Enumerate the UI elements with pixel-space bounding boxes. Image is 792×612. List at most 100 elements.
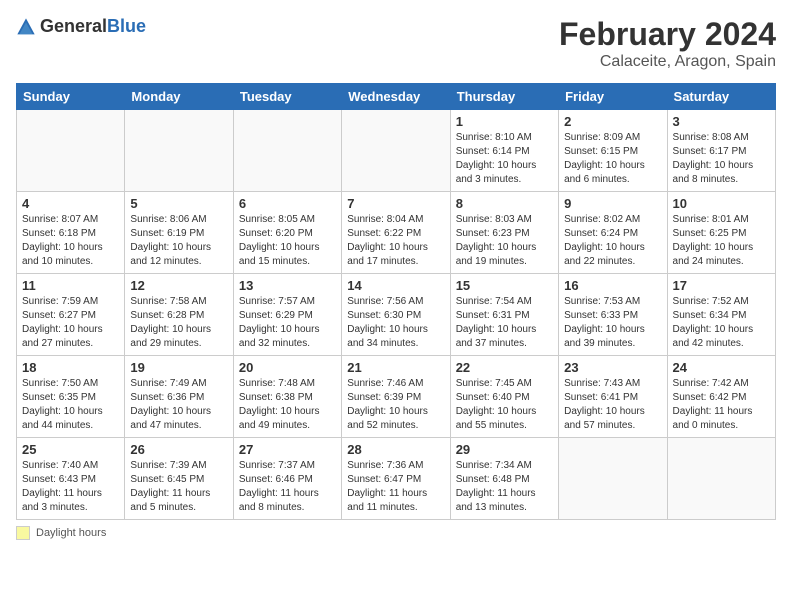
- day-info: Sunrise: 8:03 AM Sunset: 6:23 PM Dayligh…: [456, 213, 553, 269]
- day-number: 24: [673, 360, 770, 375]
- day-number: 17: [673, 278, 770, 293]
- calendar-week-2: 11 Sunrise: 7:59 AM Sunset: 6:27 PM Dayli…: [17, 274, 776, 356]
- day-number: 22: [456, 360, 553, 375]
- day-number: 21: [347, 360, 444, 375]
- day-info: Sunrise: 7:57 AM Sunset: 6:29 PM Dayligh…: [239, 295, 336, 351]
- day-number: 4: [22, 196, 119, 211]
- logo-icon: [16, 17, 36, 37]
- day-info: Sunrise: 8:07 AM Sunset: 6:18 PM Dayligh…: [22, 213, 119, 269]
- day-number: 13: [239, 278, 336, 293]
- day-info: Sunrise: 7:48 AM Sunset: 6:38 PM Dayligh…: [239, 377, 336, 433]
- calendar-cell: [17, 110, 125, 192]
- col-header-saturday: Saturday: [667, 84, 775, 110]
- calendar-cell: 26 Sunrise: 7:39 AM Sunset: 6:45 PM Dayli…: [125, 438, 233, 520]
- day-info: Sunrise: 7:43 AM Sunset: 6:41 PM Dayligh…: [564, 377, 661, 433]
- calendar-cell: 28 Sunrise: 7:36 AM Sunset: 6:47 PM Dayli…: [342, 438, 450, 520]
- day-info: Sunrise: 7:56 AM Sunset: 6:30 PM Dayligh…: [347, 295, 444, 351]
- day-info: Sunrise: 8:05 AM Sunset: 6:20 PM Dayligh…: [239, 213, 336, 269]
- legend-box: [16, 526, 30, 540]
- calendar-cell: 13 Sunrise: 7:57 AM Sunset: 6:29 PM Dayli…: [233, 274, 341, 356]
- col-header-friday: Friday: [559, 84, 667, 110]
- calendar-cell: 23 Sunrise: 7:43 AM Sunset: 6:41 PM Dayli…: [559, 356, 667, 438]
- day-number: 3: [673, 114, 770, 129]
- title-block: February 2024 Calaceite, Aragon, Spain: [559, 16, 776, 71]
- calendar-cell: 22 Sunrise: 7:45 AM Sunset: 6:40 PM Dayli…: [450, 356, 558, 438]
- calendar-cell: 27 Sunrise: 7:37 AM Sunset: 6:46 PM Dayli…: [233, 438, 341, 520]
- calendar-week-0: 1Sunrise: 8:10 AM Sunset: 6:14 PM Daylig…: [17, 110, 776, 192]
- day-info: Sunrise: 7:40 AM Sunset: 6:43 PM Dayligh…: [22, 459, 119, 515]
- calendar-week-3: 18Sunrise: 7:50 AM Sunset: 6:35 PM Dayli…: [17, 356, 776, 438]
- calendar-cell: 8Sunrise: 8:03 AM Sunset: 6:23 PM Daylig…: [450, 192, 558, 274]
- calendar-cell: 5Sunrise: 8:06 AM Sunset: 6:19 PM Daylig…: [125, 192, 233, 274]
- day-number: 25: [22, 442, 119, 457]
- legend-label: Daylight hours: [36, 527, 106, 539]
- calendar-cell: [233, 110, 341, 192]
- day-number: 15: [456, 278, 553, 293]
- day-number: 27: [239, 442, 336, 457]
- calendar-cell: 15 Sunrise: 7:54 AM Sunset: 6:31 PM Dayli…: [450, 274, 558, 356]
- calendar-cell: 19 Sunrise: 7:49 AM Sunset: 6:36 PM Dayli…: [125, 356, 233, 438]
- header: GeneralBlue February 2024 Calaceite, Ara…: [16, 16, 776, 71]
- calendar-cell: 29Sunrise: 7:34 AM Sunset: 6:48 PM Dayli…: [450, 438, 558, 520]
- day-info: Sunrise: 7:50 AM Sunset: 6:35 PM Dayligh…: [22, 377, 119, 433]
- day-number: 19: [130, 360, 227, 375]
- col-header-wednesday: Wednesday: [342, 84, 450, 110]
- day-info: Sunrise: 7:36 AM Sunset: 6:47 PM Dayligh…: [347, 459, 444, 515]
- day-number: 12: [130, 278, 227, 293]
- day-info: Sunrise: 8:02 AM Sunset: 6:24 PM Dayligh…: [564, 213, 661, 269]
- col-header-sunday: Sunday: [17, 84, 125, 110]
- day-number: 14: [347, 278, 444, 293]
- day-info: Sunrise: 8:06 AM Sunset: 6:19 PM Dayligh…: [130, 213, 227, 269]
- day-number: 1: [456, 114, 553, 129]
- calendar-cell: 18Sunrise: 7:50 AM Sunset: 6:35 PM Dayli…: [17, 356, 125, 438]
- calendar-cell: 4 Sunrise: 8:07 AM Sunset: 6:18 PM Daylig…: [17, 192, 125, 274]
- day-number: 2: [564, 114, 661, 129]
- calendar-header: SundayMondayTuesdayWednesdayThursdayFrid…: [17, 84, 776, 110]
- day-number: 7: [347, 196, 444, 211]
- day-info: Sunrise: 7:58 AM Sunset: 6:28 PM Dayligh…: [130, 295, 227, 351]
- calendar-cell: [342, 110, 450, 192]
- day-number: 20: [239, 360, 336, 375]
- day-info: Sunrise: 7:45 AM Sunset: 6:40 PM Dayligh…: [456, 377, 553, 433]
- col-header-thursday: Thursday: [450, 84, 558, 110]
- day-info: Sunrise: 7:54 AM Sunset: 6:31 PM Dayligh…: [456, 295, 553, 351]
- day-info: Sunrise: 8:04 AM Sunset: 6:22 PM Dayligh…: [347, 213, 444, 269]
- calendar-body: 1Sunrise: 8:10 AM Sunset: 6:14 PM Daylig…: [17, 110, 776, 520]
- day-info: Sunrise: 7:52 AM Sunset: 6:34 PM Dayligh…: [673, 295, 770, 351]
- day-info: Sunrise: 7:53 AM Sunset: 6:33 PM Dayligh…: [564, 295, 661, 351]
- calendar-cell: 11 Sunrise: 7:59 AM Sunset: 6:27 PM Dayli…: [17, 274, 125, 356]
- month-year-title: February 2024: [559, 16, 776, 53]
- calendar-cell: [667, 438, 775, 520]
- calendar-cell: 6Sunrise: 8:05 AM Sunset: 6:20 PM Daylig…: [233, 192, 341, 274]
- calendar-cell: 17 Sunrise: 7:52 AM Sunset: 6:34 PM Dayli…: [667, 274, 775, 356]
- calendar-cell: [559, 438, 667, 520]
- day-number: 29: [456, 442, 553, 457]
- day-info: Sunrise: 7:37 AM Sunset: 6:46 PM Dayligh…: [239, 459, 336, 515]
- day-info: Sunrise: 7:59 AM Sunset: 6:27 PM Dayligh…: [22, 295, 119, 351]
- day-number: 11: [22, 278, 119, 293]
- calendar-table: SundayMondayTuesdayWednesdayThursdayFrid…: [16, 83, 776, 520]
- legend: Daylight hours: [16, 526, 776, 540]
- day-info: Sunrise: 7:49 AM Sunset: 6:36 PM Dayligh…: [130, 377, 227, 433]
- day-info: Sunrise: 8:08 AM Sunset: 6:17 PM Dayligh…: [673, 131, 770, 187]
- calendar-cell: [125, 110, 233, 192]
- day-info: Sunrise: 8:01 AM Sunset: 6:25 PM Dayligh…: [673, 213, 770, 269]
- calendar-cell: 9Sunrise: 8:02 AM Sunset: 6:24 PM Daylig…: [559, 192, 667, 274]
- col-header-monday: Monday: [125, 84, 233, 110]
- calendar-cell: 3 Sunrise: 8:08 AM Sunset: 6:17 PM Daylig…: [667, 110, 775, 192]
- calendar-cell: 21Sunrise: 7:46 AM Sunset: 6:39 PM Dayli…: [342, 356, 450, 438]
- day-number: 16: [564, 278, 661, 293]
- day-number: 28: [347, 442, 444, 457]
- main-container: GeneralBlue February 2024 Calaceite, Ara…: [0, 0, 792, 550]
- day-number: 23: [564, 360, 661, 375]
- day-info: Sunrise: 7:39 AM Sunset: 6:45 PM Dayligh…: [130, 459, 227, 515]
- calendar-week-1: 4 Sunrise: 8:07 AM Sunset: 6:18 PM Daylig…: [17, 192, 776, 274]
- logo: GeneralBlue: [16, 16, 146, 37]
- header-row: SundayMondayTuesdayWednesdayThursdayFrid…: [17, 84, 776, 110]
- calendar-week-4: 25 Sunrise: 7:40 AM Sunset: 6:43 PM Dayli…: [17, 438, 776, 520]
- day-number: 26: [130, 442, 227, 457]
- calendar-cell: 24Sunrise: 7:42 AM Sunset: 6:42 PM Dayli…: [667, 356, 775, 438]
- calendar-cell: 12 Sunrise: 7:58 AM Sunset: 6:28 PM Dayli…: [125, 274, 233, 356]
- location-subtitle: Calaceite, Aragon, Spain: [559, 53, 776, 71]
- calendar-cell: 14 Sunrise: 7:56 AM Sunset: 6:30 PM Dayli…: [342, 274, 450, 356]
